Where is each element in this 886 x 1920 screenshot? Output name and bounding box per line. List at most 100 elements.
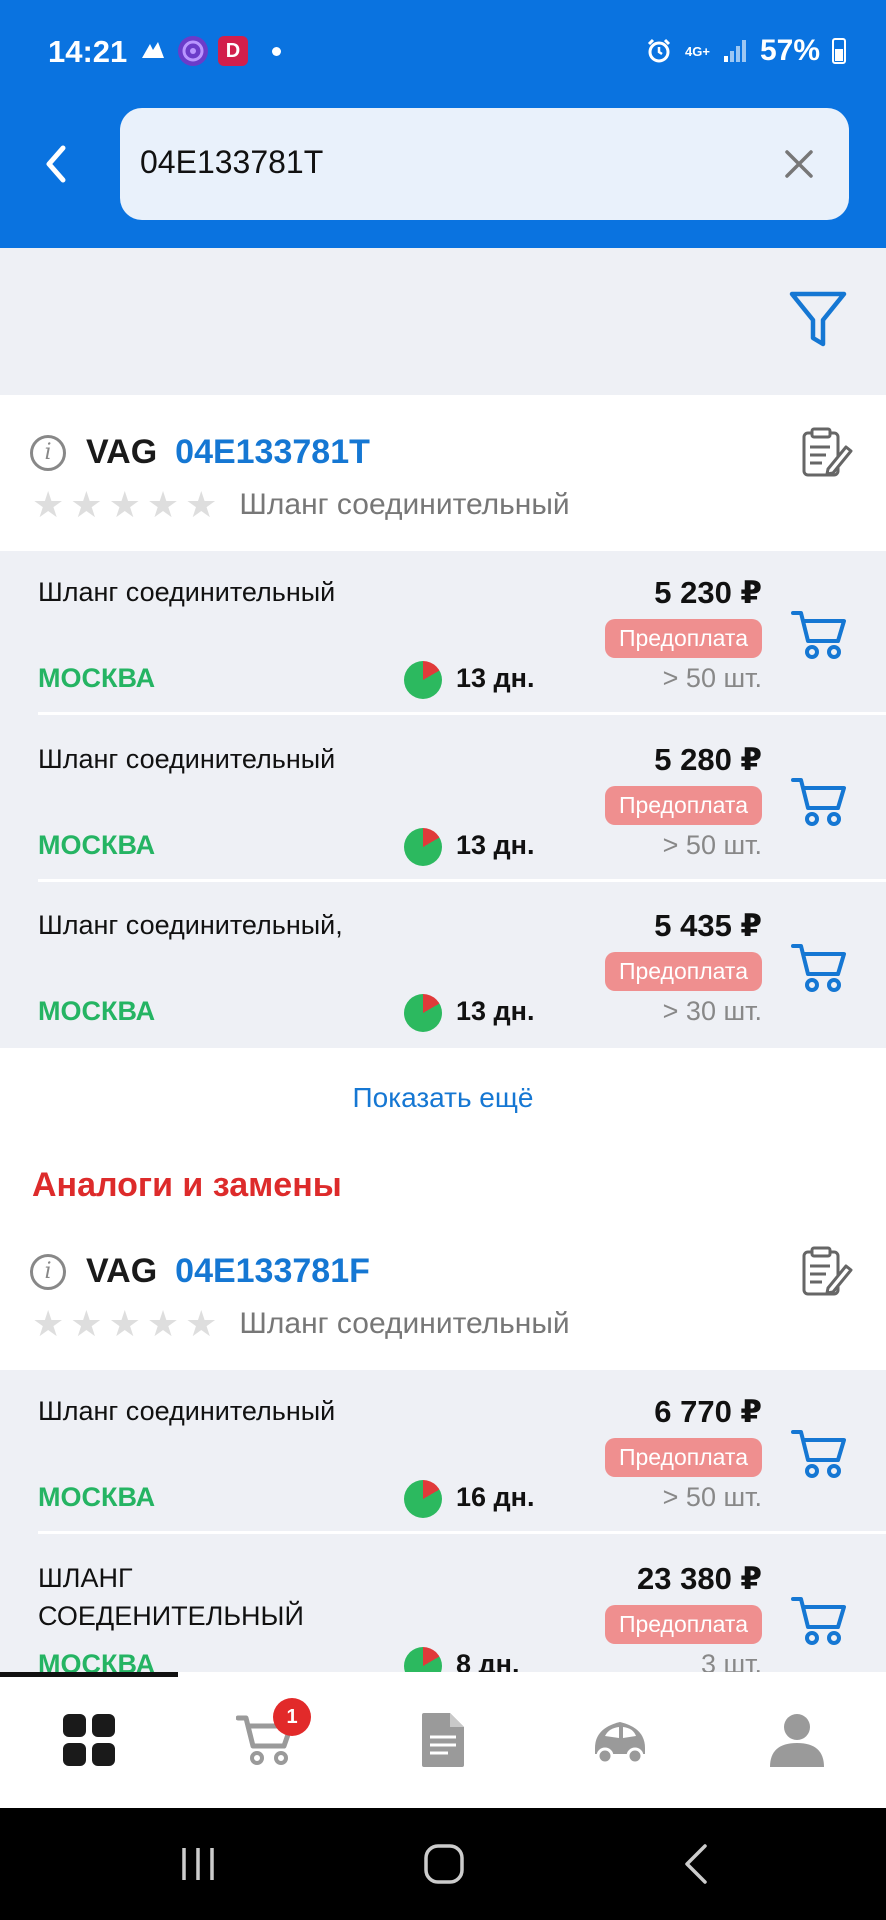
star-icon: ★ <box>70 1303 103 1344</box>
offer-row[interactable]: Шланг соединительный 5 280 ₽ Предоплата … <box>0 718 886 882</box>
battery-percent: 57% <box>759 34 820 67</box>
signal-icon <box>723 40 746 62</box>
prepayment-badge: Предоплата <box>604 1438 762 1477</box>
rating-row: ★ ★ ★ ★ ★ Шланг соединительный <box>32 1306 570 1342</box>
steering-wheel-icon <box>178 36 208 66</box>
divider <box>38 879 886 882</box>
part-card-header: i VAG 04E133781T ★ ★ ★ ★ ★ Шланг соедини… <box>0 395 886 551</box>
star-icon: ★ <box>32 484 65 525</box>
star-icon: ★ <box>185 484 218 525</box>
car-icon <box>594 1722 645 1765</box>
status-time: 14:21 <box>48 34 128 69</box>
offer-city: МОСКВА <box>38 830 156 860</box>
delivery-time-icon <box>404 1647 442 1672</box>
alarm-icon <box>647 38 671 63</box>
user-icon <box>769 1714 824 1767</box>
offer-price: 5 435 ₽ <box>654 908 762 943</box>
star-icon: ★ <box>185 1303 218 1344</box>
part-article[interactable]: 04E133781F <box>175 1252 370 1291</box>
delivery-time-icon <box>404 828 442 866</box>
recent-apps-button[interactable] <box>168 1838 228 1890</box>
offer-row[interactable]: Шланг соединительный 5 230 ₽ Предоплата … <box>0 551 886 715</box>
star-icon: ★ <box>108 484 141 525</box>
offer-name: Шланг соединительный <box>38 577 336 607</box>
part-title-row: i VAG 04E133781F <box>30 1252 370 1291</box>
offer-city: МОСКВА <box>38 1649 156 1672</box>
offer-price: 5 230 ₽ <box>654 575 762 610</box>
nav-orders[interactable] <box>354 1672 531 1808</box>
filter-bar <box>0 248 886 395</box>
add-to-cart-icon[interactable] <box>790 938 848 996</box>
star-icon: ★ <box>146 1303 180 1344</box>
star-icon: ★ <box>70 484 103 525</box>
system-back-button[interactable] <box>666 1838 726 1890</box>
scroll-indicator <box>0 1672 178 1677</box>
part-description: Шланг соединительный <box>239 1307 570 1340</box>
offer-name: ШЛАНГ СОЕДЕНИТЕЛЬНЫЙ <box>38 1563 304 1631</box>
offer-city: МОСКВА <box>38 1482 156 1512</box>
offer-delivery-days: 13 дн. <box>456 830 535 860</box>
prepayment-badge: Предоплата <box>604 952 762 991</box>
document-icon <box>421 1713 464 1767</box>
home-icon <box>424 1844 464 1884</box>
offer-row[interactable]: Шланг соединительный, 5 435 ₽ Предоплата… <box>0 884 886 1048</box>
part-description: Шланг соединительный <box>239 488 570 521</box>
clear-search-icon[interactable] <box>779 144 819 184</box>
more-notifications-dot <box>272 46 281 56</box>
part-title-row: i VAG 04E133781T <box>30 433 370 472</box>
part-article[interactable]: 04E133781T <box>175 433 370 472</box>
notification-icons: D <box>138 36 281 66</box>
offer-row[interactable]: ШЛАНГ СОЕДЕНИТЕЛЬНЫЙ 23 380 ₽ Предоплата… <box>0 1537 886 1672</box>
add-to-cart-icon[interactable] <box>790 605 848 663</box>
offer-name: Шланг соединительный <box>38 744 336 774</box>
add-to-cart-icon[interactable] <box>790 772 848 830</box>
info-icon[interactable]: i <box>30 434 66 471</box>
nav-cart[interactable]: 1 <box>177 1672 354 1808</box>
app-header: 14:21 D 4G+ 57% 04E133781T <box>0 0 886 248</box>
offer-delivery-days: 13 дн. <box>456 996 535 1026</box>
bottom-navigation: 1 <box>0 1672 886 1808</box>
offer-row[interactable]: Шланг соединительный 6 770 ₽ Предоплата … <box>0 1370 886 1534</box>
show-more-link[interactable]: Показать ещё <box>0 1048 886 1148</box>
offer-price: 5 280 ₽ <box>654 742 762 777</box>
offer-name: Шланг соединительный, <box>38 910 343 940</box>
battery-icon <box>832 38 846 64</box>
nav-catalog[interactable] <box>0 1672 177 1808</box>
info-icon[interactable]: i <box>30 1253 66 1290</box>
prepayment-badge: Предоплата <box>604 786 762 825</box>
offer-price: 23 380 ₽ <box>637 1561 762 1596</box>
rating-row: ★ ★ ★ ★ ★ Шланг соединительный <box>32 487 570 523</box>
analogs-section-title: Аналоги и замены <box>32 1166 342 1204</box>
add-to-cart-icon[interactable] <box>790 1424 848 1482</box>
offer-quantity: 3 шт. <box>700 1649 762 1672</box>
grid-icon <box>62 1714 115 1766</box>
filter-icon[interactable] <box>788 288 848 350</box>
network-type: 4G+ <box>685 43 710 59</box>
offer-price: 6 770 ₽ <box>654 1394 762 1429</box>
yandex-notification-icon <box>138 36 168 66</box>
app-d-icon: D <box>218 36 248 66</box>
search-field[interactable]: 04E133781T <box>120 108 849 220</box>
delivery-time-icon <box>404 661 442 699</box>
part-brand: VAG <box>86 433 158 471</box>
offer-city: МОСКВА <box>38 663 156 693</box>
nav-profile[interactable] <box>708 1672 885 1808</box>
offer-city: МОСКВА <box>38 996 156 1026</box>
search-input[interactable]: 04E133781T <box>140 144 323 181</box>
nav-garage[interactable] <box>531 1672 708 1808</box>
offer-delivery-days: 13 дн. <box>456 663 535 693</box>
delivery-time-icon <box>404 1480 442 1518</box>
part-brand: VAG <box>86 1252 158 1290</box>
add-to-cart-icon[interactable] <box>790 1591 848 1649</box>
offer-quantity: > 50 шт. <box>662 663 762 693</box>
prepayment-badge: Предоплата <box>604 1605 762 1644</box>
home-button[interactable] <box>414 1838 474 1890</box>
offer-delivery-days: 8 дн. <box>456 1649 520 1672</box>
star-icon: ★ <box>146 484 180 525</box>
back-button[interactable] <box>36 136 76 192</box>
clipboard-edit-icon[interactable] <box>798 1244 854 1300</box>
system-navigation-bar <box>0 1808 886 1920</box>
divider <box>38 712 886 715</box>
offer-quantity: > 50 шт. <box>662 1482 762 1512</box>
clipboard-edit-icon[interactable] <box>798 425 854 481</box>
